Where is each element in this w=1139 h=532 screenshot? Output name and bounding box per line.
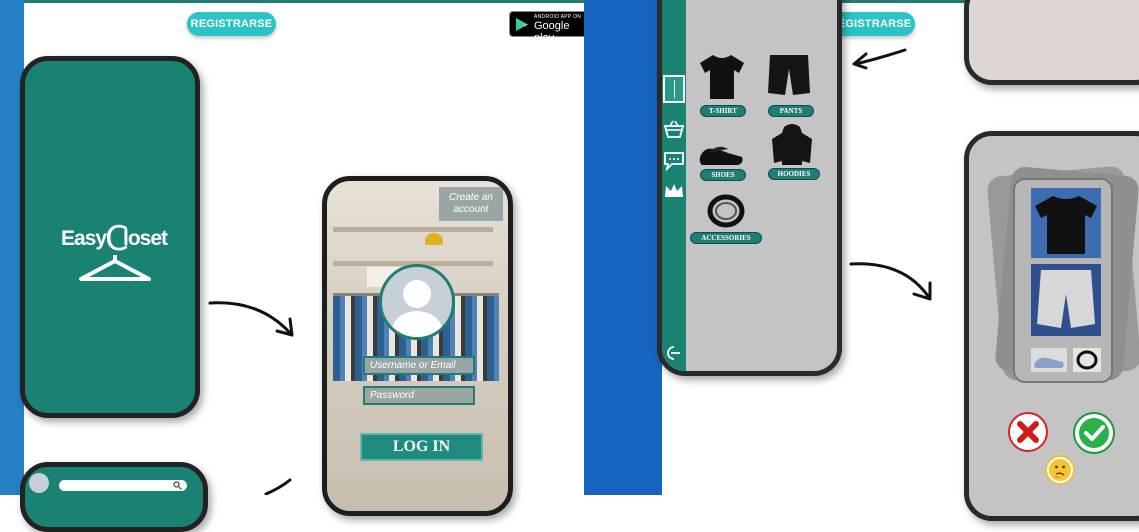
category-hoodies[interactable]: HOODIES xyxy=(768,168,820,180)
outfit-bottom-image xyxy=(1031,264,1101,336)
chat-icon[interactable] xyxy=(663,151,685,171)
register-button-left[interactable]: REGISTRARSE xyxy=(187,12,276,36)
flow-arrow-1 xyxy=(208,301,294,337)
flow-arrow-4 xyxy=(849,262,932,301)
login-phone: Create an account Username or Email Pass… xyxy=(322,176,513,516)
flow-arrow-2 xyxy=(264,478,292,495)
pants-icon[interactable] xyxy=(766,53,812,103)
categories-phone: T-SHIRT PANTS SHOES HOODIES ACCESSORIES xyxy=(657,0,842,376)
category-accessories[interactable]: ACCESSORIES xyxy=(690,232,762,244)
bracelet-thumb-icon xyxy=(1076,350,1098,370)
search-phone xyxy=(20,462,208,532)
right-blue-strip xyxy=(584,0,662,495)
avatar xyxy=(379,264,455,340)
search-input[interactable] xyxy=(59,480,187,491)
play-store-icon xyxy=(516,18,528,31)
splash-phone: Easy C loset xyxy=(20,56,200,418)
logo-text-closet: loset xyxy=(123,227,168,250)
category-tshirt[interactable]: T-SHIRT xyxy=(700,105,746,117)
create-account-box[interactable]: Create an account xyxy=(439,187,503,221)
google-play-text: Google play xyxy=(534,20,570,44)
hanger-icon xyxy=(79,255,151,281)
preview-phone-top xyxy=(964,0,1139,85)
splash-logo: Easy C loset xyxy=(61,219,171,289)
outfit-shoes-thumb xyxy=(1031,348,1067,372)
sneaker-thumb-icon xyxy=(1034,357,1064,368)
search-icon[interactable] xyxy=(173,481,182,490)
tshirt-icon[interactable] xyxy=(698,51,746,101)
closet-shelf-1 xyxy=(333,227,493,232)
thinking-emoji-button[interactable] xyxy=(1045,455,1075,485)
google-play-badge[interactable]: ANDROID APP ON Google play xyxy=(509,11,589,44)
create-account-link[interactable]: Create an account xyxy=(441,192,501,216)
category-pants[interactable]: PANTS xyxy=(768,105,814,117)
shorts-photo-icon xyxy=(1037,270,1095,328)
flow-arrow-3 xyxy=(852,48,907,70)
password-field[interactable]: Password xyxy=(363,386,475,405)
basket-icon[interactable] xyxy=(663,119,685,139)
search-avatar xyxy=(29,473,49,493)
login-button[interactable]: LOG IN xyxy=(360,433,483,461)
accept-button[interactable] xyxy=(1073,412,1115,454)
left-top-line xyxy=(24,0,584,3)
logo-text-easy: Easy xyxy=(61,227,107,250)
checkmark-icon xyxy=(1079,418,1109,448)
thinking-face-icon xyxy=(1049,459,1071,481)
category-shoes[interactable]: SHOES xyxy=(700,169,746,181)
hoodie-icon[interactable] xyxy=(770,123,814,167)
outfit-accessory-thumb xyxy=(1073,348,1101,372)
outfit-card[interactable] xyxy=(1013,178,1113,383)
close-icon xyxy=(1017,421,1039,443)
wardrobe-icon[interactable] xyxy=(663,75,685,103)
shoes-icon[interactable] xyxy=(698,139,746,169)
user-silhouette-icon xyxy=(390,280,444,337)
outfit-phone xyxy=(964,131,1139,521)
username-field[interactable]: Username or Email xyxy=(363,356,475,375)
logout-icon[interactable] xyxy=(664,344,682,362)
crown-icon[interactable] xyxy=(663,181,685,201)
bracelet-icon[interactable] xyxy=(706,191,746,231)
reject-button[interactable] xyxy=(1008,412,1048,452)
closet-hat-yellow xyxy=(425,233,443,245)
tshirt-photo-icon xyxy=(1035,196,1097,254)
outfit-top-image xyxy=(1031,188,1101,258)
